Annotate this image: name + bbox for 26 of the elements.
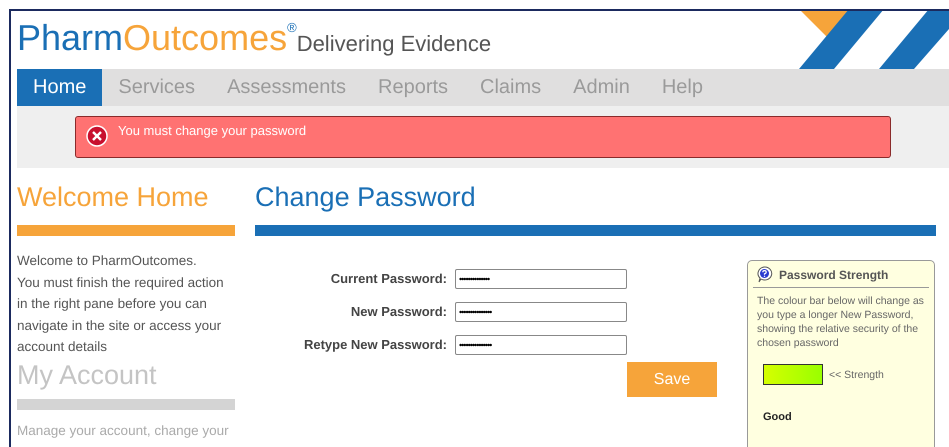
help-icon xyxy=(756,266,773,283)
logo-text: Outcomes xyxy=(123,17,288,59)
logo-text: Pharm xyxy=(17,17,124,59)
registered-mark: ® xyxy=(287,20,297,35)
alert-message: You must change your password xyxy=(118,123,306,138)
panel-text: The colour bar below will change as you type a longer New Password, showing the relative security of the chosen password xyxy=(757,294,925,350)
field-label: New Password: xyxy=(350,304,447,319)
password-field[interactable]: •••••••••••••• xyxy=(455,268,627,288)
error-icon xyxy=(86,125,108,147)
meter-label: << Strength xyxy=(829,368,884,380)
section-text: You must finish the required action in the right pane before you can navigate in the site or access your account details xyxy=(17,274,225,356)
nav-tab[interactable]: Home xyxy=(17,69,102,106)
password-field[interactable]: ••••••••••••••• xyxy=(455,334,627,354)
page-title: Change Password xyxy=(255,182,477,213)
section-text: Welcome to PharmOutcomes. xyxy=(17,252,198,270)
tagline: Delivering Evidence xyxy=(296,31,492,57)
strength-rating: Good xyxy=(763,411,793,423)
section-title: My Account xyxy=(17,360,158,390)
field-label: Retype New Password: xyxy=(304,337,447,352)
section-text: Manage your account, change your xyxy=(17,422,230,440)
field-label: Current Password: xyxy=(330,271,447,286)
save-button[interactable]: Save xyxy=(627,362,717,397)
strength-meter xyxy=(763,364,823,385)
panel-title: Password Strength xyxy=(779,268,888,282)
section-title: Welcome Home xyxy=(17,182,210,213)
password-field[interactable]: ••••••••••••••• xyxy=(455,302,627,322)
